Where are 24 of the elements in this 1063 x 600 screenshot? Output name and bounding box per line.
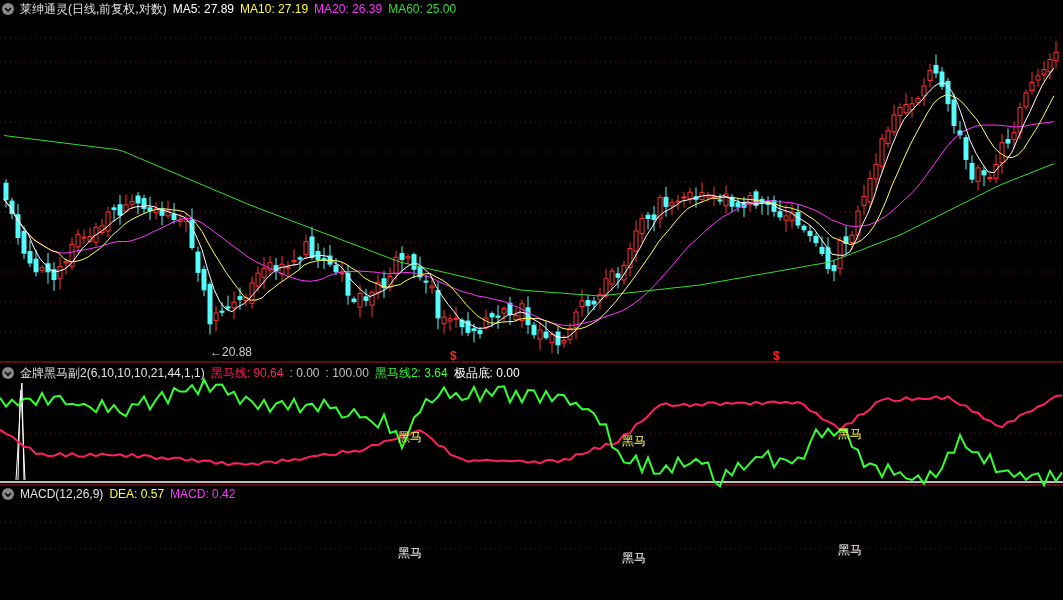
signal-label: 黑马 [622, 433, 646, 450]
chevron-down-icon[interactable] [2, 367, 14, 379]
indicator-value: MACD: 0.42 [170, 486, 236, 503]
indicator-value: MA5: 27.89 [172, 1, 235, 18]
indicator-value: MA20: 26.39 [314, 1, 383, 18]
signal-label: 黑马 [398, 545, 422, 562]
panel-title: 金牌黑马副2(6,10,10,10,21,44,1,1) [20, 365, 205, 382]
signal-label: 黑马 [838, 542, 862, 559]
panel-title: MACD(12,26,9) [20, 486, 104, 503]
signal-label: 黑马 [622, 550, 646, 567]
chevron-down-icon[interactable] [2, 3, 14, 15]
low-price-label: ←20.88 [210, 344, 253, 361]
signal-marker: $ [450, 348, 457, 365]
panel-title: 莱绅通灵(日线,前复权,对数) [20, 1, 167, 18]
indicator-value: MA60: 25.00 [388, 1, 457, 18]
indicator-value: DEA: 0.57 [109, 486, 165, 503]
chevron-down-icon[interactable] [2, 488, 14, 500]
indicator-value: 黑马线2: 3.64 [374, 365, 448, 382]
signal-marker: $ [773, 348, 780, 365]
indicator-value: : 0.00 [289, 365, 320, 382]
indicator-value: 黑马线: 90.64 [210, 365, 284, 382]
indicator-value: MA10: 27.19 [240, 1, 309, 18]
indicator-value: : 100.00 [325, 365, 369, 382]
indicator-value: 极品底: 0.00 [453, 365, 520, 382]
